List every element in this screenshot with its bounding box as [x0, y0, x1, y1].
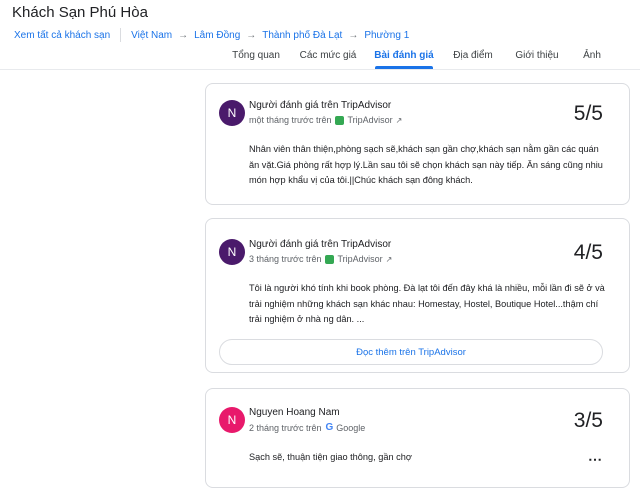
review-card: N Người đánh giá trên TripAdvisor một th… — [205, 83, 630, 205]
breadcrumb-divider — [120, 28, 122, 42]
review-source[interactable]: TripAdvisor — [347, 115, 392, 125]
page-title: Khách Sạn Phú Hòa — [12, 4, 148, 21]
page-header: Khách Sạn Phú Hòa Xem tất cả khách sạn V… — [0, 0, 640, 70]
review-source[interactable]: Google — [336, 423, 365, 433]
review-source[interactable]: TripAdvisor — [337, 254, 382, 264]
review-time: 3 tháng trước trên — [249, 254, 322, 264]
tab-location[interactable]: Địa điểm — [453, 50, 492, 61]
review-time: 2 tháng trước trên — [249, 422, 322, 433]
breadcrumb-item-ward[interactable]: Phường 1 — [364, 30, 409, 41]
tab-overview[interactable]: Tổng quan — [232, 50, 280, 61]
header-divider — [0, 69, 640, 70]
tab-reviews[interactable]: Bài đánh giá — [374, 50, 433, 61]
avatar: N — [219, 239, 245, 265]
tripadvisor-icon — [325, 254, 335, 264]
read-more-tripadvisor-button[interactable]: Đọc thêm trên TripAdvisor — [219, 339, 603, 365]
reviewer-name: Người đánh giá trên TripAdvisor — [249, 239, 392, 250]
review-score: 5/5 — [573, 102, 603, 125]
avatar: N — [219, 100, 245, 126]
more-options-icon[interactable]: ⋯ — [588, 451, 603, 468]
review-text: Nhân viên thân thiện,phòng sạch sẽ,khách… — [249, 144, 603, 185]
breadcrumb-item-province[interactable]: Lâm Đồng — [194, 30, 240, 41]
review-time: một tháng trước trên — [249, 115, 332, 125]
google-icon: G — [325, 422, 334, 433]
arrow-right-icon: → — [348, 29, 359, 41]
review-meta: 3 tháng trước trên TripAdvisor ↗ — [249, 254, 392, 264]
reviewer-name: Nguyen Hoang Nam — [249, 407, 340, 418]
tripadvisor-icon — [335, 115, 345, 125]
review-meta: một tháng trước trên TripAdvisor ↗ — [249, 115, 402, 125]
arrow-right-icon: → — [246, 29, 257, 41]
breadcrumb: Xem tất cả khách sạn Việt Nam → Lâm Đồng… — [14, 28, 409, 42]
review-text: Tôi là người khó tính khi book phòng. Đà… — [249, 283, 605, 324]
review-meta: 2 tháng trước trên G Google — [249, 422, 365, 433]
reviewer-name: Người đánh giá trên TripAdvisor — [249, 100, 392, 111]
tab-prices[interactable]: Các mức giá — [300, 50, 357, 61]
tab-photos[interactable]: Ảnh — [583, 50, 601, 61]
review-text: Sạch sẽ, thuận tiện giao thông, gần chợ — [249, 452, 412, 462]
review-card: N Người đánh giá trên TripAdvisor 3 thán… — [205, 218, 630, 373]
external-link-icon: ↗ — [385, 254, 393, 264]
review-card: N Nguyen Hoang Nam 2 tháng trước trên G … — [205, 388, 630, 488]
breadcrumb-item-country[interactable]: Việt Nam — [131, 30, 172, 41]
avatar: N — [219, 407, 245, 433]
tab-about[interactable]: Giới thiệu — [515, 50, 558, 61]
tab-bar: Tổng quan Các mức giá Bài đánh giá Địa đ… — [0, 42, 640, 68]
breadcrumb-item-city[interactable]: Thành phố Đà Lạt — [262, 30, 342, 41]
arrow-right-icon: → — [178, 29, 189, 41]
external-link-icon: ↗ — [395, 115, 403, 125]
review-score: 3/5 — [573, 409, 603, 432]
see-all-hotels-link[interactable]: Xem tất cả khách sạn — [14, 30, 110, 41]
review-score: 4/5 — [573, 241, 603, 264]
